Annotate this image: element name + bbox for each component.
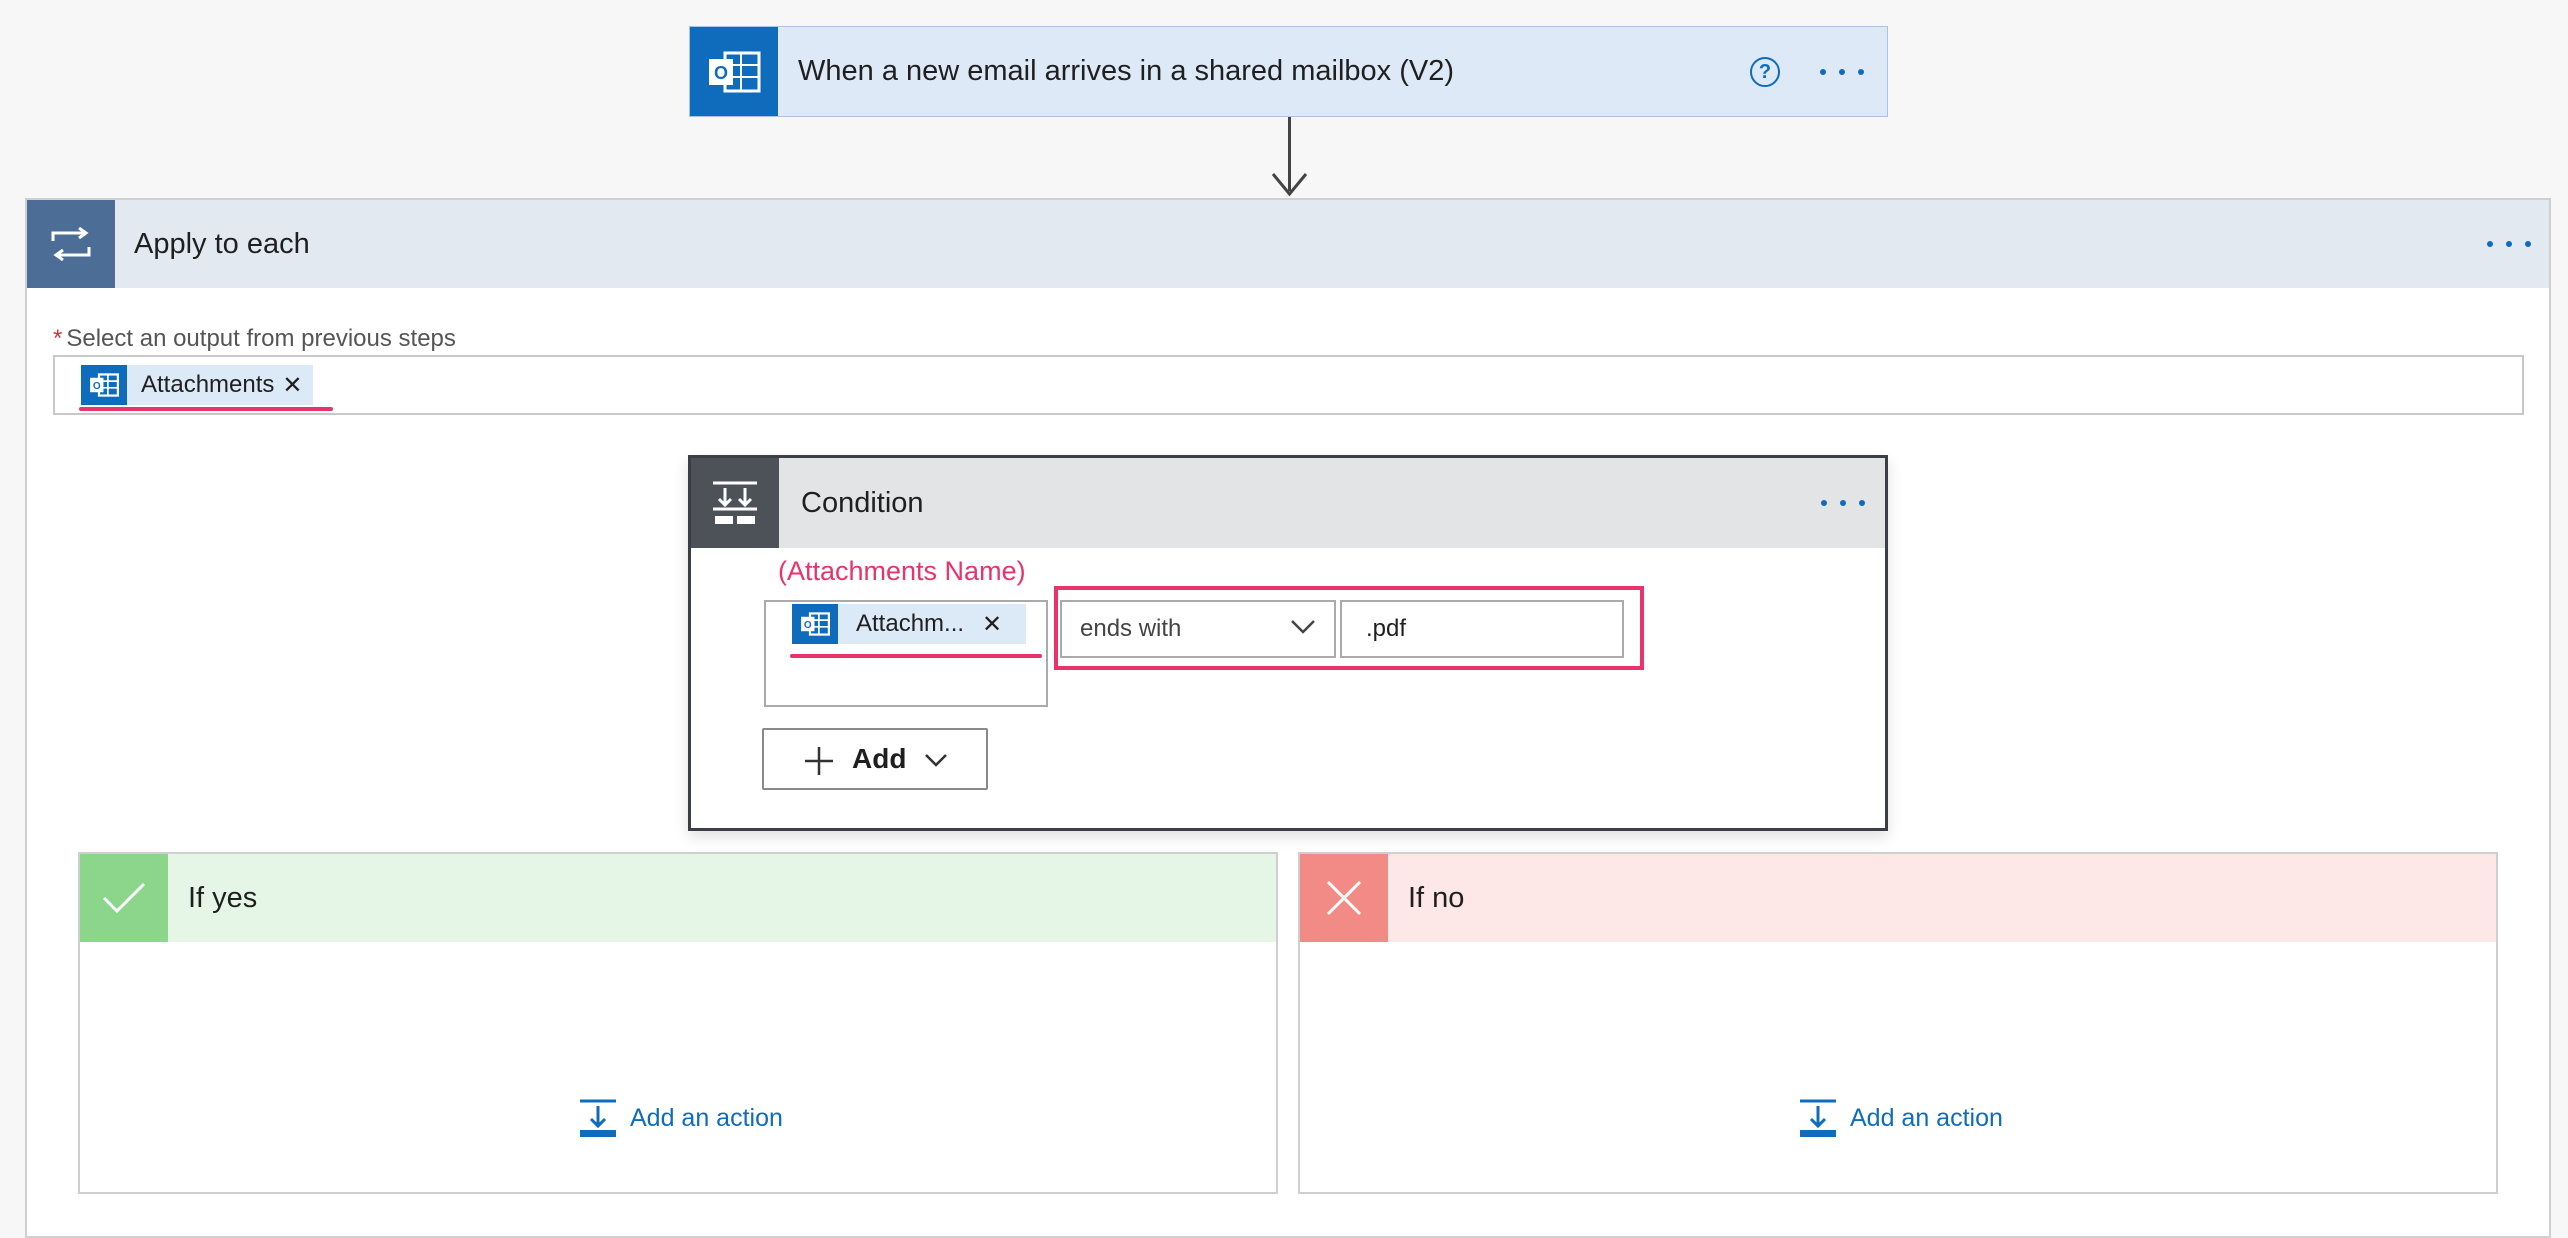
outlook-icon: O bbox=[81, 365, 127, 405]
highlight-underline bbox=[79, 407, 333, 411]
if-yes-header[interactable]: If yes bbox=[80, 854, 1276, 942]
add-action-icon bbox=[580, 1099, 616, 1137]
add-action-label: Add an action bbox=[630, 1103, 783, 1132]
more-dots-icon[interactable] bbox=[1821, 498, 1865, 508]
attachments-name-token[interactable]: O Attachm... ✕ bbox=[792, 604, 1026, 644]
condition-header[interactable]: Condition bbox=[691, 458, 1885, 548]
add-action-link[interactable]: Add an action bbox=[1798, 1098, 2003, 1138]
if-yes-title: If yes bbox=[188, 882, 258, 914]
checkmark-icon bbox=[80, 854, 168, 942]
apply-to-each-header[interactable]: Apply to each bbox=[27, 200, 2549, 288]
if-no-title: If no bbox=[1408, 882, 1465, 914]
chevron-down-icon bbox=[925, 754, 947, 767]
condition-title: Condition bbox=[801, 487, 924, 519]
token-label: Attachments bbox=[141, 371, 275, 398]
add-action-link[interactable]: Add an action bbox=[578, 1098, 783, 1138]
condition-icon bbox=[691, 458, 779, 548]
close-x-icon bbox=[1300, 854, 1388, 942]
annotation-label: (Attachments Name) bbox=[778, 556, 1026, 586]
close-icon[interactable]: ✕ bbox=[982, 610, 1012, 639]
add-action-label: Add an action bbox=[1850, 1103, 2003, 1132]
condition-value: .pdf bbox=[1366, 615, 1407, 642]
chevron-down-icon bbox=[1291, 620, 1315, 634]
required-marker: * bbox=[53, 325, 63, 352]
outlook-icon: O bbox=[792, 604, 838, 644]
field-label-text: Select an output from previous steps bbox=[66, 325, 456, 352]
add-button[interactable]: Add bbox=[762, 728, 988, 790]
plus-icon bbox=[805, 747, 833, 775]
svg-text:O: O bbox=[714, 63, 728, 83]
trigger-card[interactable]: O When a new email arrives in a shared m… bbox=[689, 26, 1888, 117]
outlook-icon: O bbox=[690, 27, 778, 116]
svg-text:O: O bbox=[804, 620, 812, 631]
if-no-header[interactable]: If no bbox=[1300, 854, 2496, 942]
operator-value: ends with bbox=[1080, 615, 1182, 642]
add-button-label: Add bbox=[852, 743, 907, 774]
apply-to-each-title: Apply to each bbox=[134, 228, 310, 260]
help-circle-icon[interactable]: ? bbox=[1750, 57, 1780, 87]
if-yes-branch: If yes Add an action bbox=[78, 852, 1278, 1194]
add-action-icon bbox=[1800, 1099, 1836, 1137]
loop-icon bbox=[27, 200, 115, 288]
highlight-underline bbox=[790, 654, 1042, 658]
operator-dropdown[interactable]: ends with bbox=[1060, 600, 1336, 658]
field-label: * Select an output from previous steps bbox=[53, 325, 456, 353]
condition-value-input[interactable]: .pdf bbox=[1340, 600, 1624, 658]
attachments-token[interactable]: O Attachments ✕ bbox=[81, 365, 313, 405]
output-select-field[interactable]: O Attachments ✕ bbox=[53, 355, 2524, 415]
token-label: Attachm... bbox=[856, 610, 965, 637]
close-icon[interactable]: ✕ bbox=[282, 371, 312, 400]
arrow-down-icon bbox=[1271, 173, 1308, 197]
more-dots-icon[interactable] bbox=[2487, 239, 2531, 249]
if-no-branch: If no Add an action bbox=[1298, 852, 2498, 1194]
more-dots-icon[interactable] bbox=[1820, 67, 1864, 77]
condition-left-operand[interactable]: O Attachm... ✕ bbox=[764, 600, 1048, 707]
trigger-title: When a new email arrives in a shared mai… bbox=[798, 55, 1454, 87]
svg-text:O: O bbox=[93, 381, 101, 392]
